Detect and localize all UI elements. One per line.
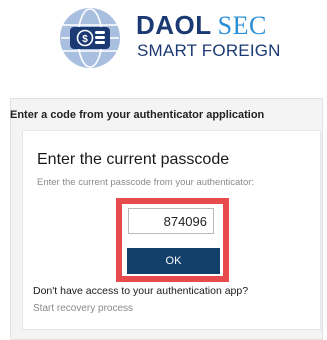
panel-title: Enter a code from your authenticator app… <box>10 109 265 121</box>
passcode-input[interactable] <box>128 208 214 234</box>
logo-brand-name: DAOL SEC <box>136 9 267 42</box>
ok-button[interactable]: OK <box>127 248 220 274</box>
svg-text:$: $ <box>82 34 88 45</box>
no-access-text: Don't have access to your authentication… <box>33 285 249 297</box>
logo-brand-secondary: SEC <box>217 11 267 40</box>
logo-brand-primary: DAOL <box>136 10 212 40</box>
recovery-link[interactable]: Start recovery process <box>33 302 133 316</box>
card-subheading: Enter the current passcode from your aut… <box>37 177 255 188</box>
globe-coins-icon: $ <box>60 8 120 68</box>
logo-tagline: SMART FOREIGN <box>137 41 281 60</box>
card-heading: Enter the current passcode <box>37 151 230 168</box>
company-logo: $ DAOL SEC SMART FOREIGN <box>52 5 292 71</box>
